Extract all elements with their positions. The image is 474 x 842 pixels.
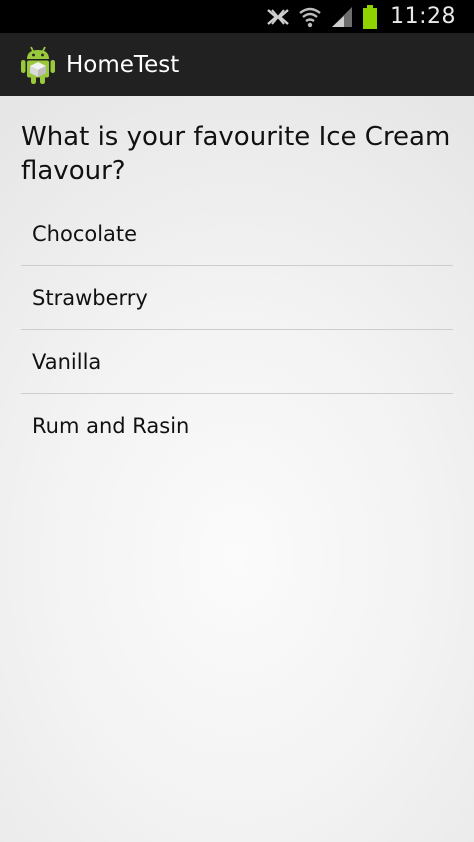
list-item-strawberry[interactable]: Strawberry	[21, 266, 453, 330]
list-item-label: Rum and Rasin	[32, 414, 190, 438]
battery-icon	[362, 4, 378, 29]
flavour-list: Chocolate Strawberry Vanilla Rum and Ras…	[21, 202, 453, 458]
list-item-label: Strawberry	[32, 285, 148, 310]
action-bar: HomeTest	[0, 33, 474, 96]
list-item-chocolate[interactable]: Chocolate	[21, 202, 453, 266]
list-item-label: Vanilla	[32, 349, 102, 374]
list-item-vanilla[interactable]: Vanilla	[21, 330, 453, 394]
status-icons: 11:28	[266, 0, 456, 33]
list-item-label: Chocolate	[32, 221, 138, 246]
app-title: HomeTest	[66, 51, 180, 78]
list-item-rum-and-rasin[interactable]: Rum and Rasin	[21, 394, 453, 458]
main-content: What is your favourite Ice Cream flavour…	[0, 96, 474, 842]
signal-icon	[330, 6, 354, 28]
status-time: 11:28	[390, 4, 456, 29]
question-text: What is your favourite Ice Cream flavour…	[21, 122, 451, 186]
status-bar: 11:28	[0, 0, 474, 33]
wifi-icon	[298, 6, 322, 28]
android-icon[interactable]	[20, 45, 56, 85]
nfc-icon	[266, 8, 290, 26]
